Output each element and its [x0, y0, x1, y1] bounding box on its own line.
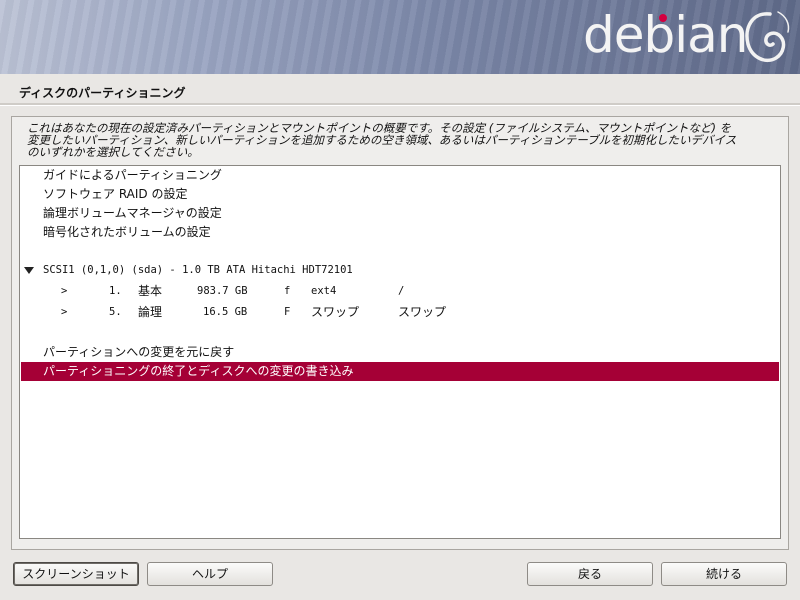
- partition-fs: スワップ: [311, 305, 360, 319]
- header-banner: debian: [0, 0, 800, 74]
- partition-type: 論理: [138, 305, 163, 319]
- partition-mount: スワップ: [398, 305, 447, 319]
- title-divider: [0, 103, 800, 106]
- back-button[interactable]: 戻る: [527, 562, 653, 586]
- description-line: のいずれかを選択してください。: [27, 145, 199, 159]
- list-item-raid[interactable]: ソフトウェア RAID の設定: [21, 185, 779, 204]
- partition-list[interactable]: ガイドによるパーティショニング ソフトウェア RAID の設定 論理ボリュームマ…: [19, 165, 781, 539]
- partition-type: 基本: [138, 284, 163, 298]
- partition-marker: >: [61, 306, 68, 318]
- list-item-finish[interactable]: パーティショニングの終了とディスクへの変更の書き込み: [21, 362, 779, 381]
- disk-label: SCSI1 (0,1,0) (sda) - 1.0 TB ATA Hitachi…: [43, 264, 353, 276]
- logo-dot: [659, 14, 667, 22]
- partition-flag: f: [284, 285, 291, 297]
- partition-row[interactable]: > 5. 論理 16.5 GB F スワップ スワップ: [21, 303, 779, 322]
- list-item-label: 論理ボリュームマネージャの設定: [43, 206, 222, 220]
- partition-fs: ext4: [311, 285, 337, 297]
- list-item-label: パーティションへの変更を元に戻す: [43, 345, 235, 359]
- partition-flag: F: [284, 306, 291, 318]
- page-title: ディスクのパーティショニング: [19, 86, 186, 100]
- partition-marker: >: [61, 285, 68, 297]
- partition-size: 16.5 GB: [203, 306, 248, 318]
- disk-row[interactable]: SCSI1 (0,1,0) (sda) - 1.0 TB ATA Hitachi…: [21, 261, 779, 280]
- list-item-encrypted[interactable]: 暗号化されたボリュームの設定: [21, 223, 779, 242]
- screenshot-button[interactable]: スクリーンショット: [13, 562, 139, 586]
- list-item-guided[interactable]: ガイドによるパーティショニング: [21, 166, 779, 185]
- help-button[interactable]: ヘルプ: [147, 562, 273, 586]
- partition-number: 1.: [109, 285, 122, 297]
- triangle-down-icon: [24, 267, 34, 274]
- debian-swirl-icon: [745, 11, 790, 63]
- list-item-undo[interactable]: パーティションへの変更を元に戻す: [21, 343, 779, 362]
- list-item-label: ガイドによるパーティショニング: [43, 168, 222, 182]
- continue-button[interactable]: 続ける: [661, 562, 787, 586]
- partition-size: 983.7 GB: [197, 285, 248, 297]
- list-item-label: 暗号化されたボリュームの設定: [43, 225, 211, 239]
- list-item-label: パーティショニングの終了とディスクへの変更の書き込み: [43, 364, 354, 378]
- partition-number: 5.: [109, 306, 122, 318]
- partition-mount: /: [398, 285, 405, 297]
- list-item-lvm[interactable]: 論理ボリュームマネージャの設定: [21, 204, 779, 223]
- description-text: これはあなたの現在の設定済みパーティションとマウントポイントの概要です。その設定…: [27, 122, 777, 158]
- partition-row[interactable]: > 1. 基本 983.7 GB f ext4 /: [21, 282, 779, 301]
- list-item-label: ソフトウェア RAID の設定: [43, 187, 188, 201]
